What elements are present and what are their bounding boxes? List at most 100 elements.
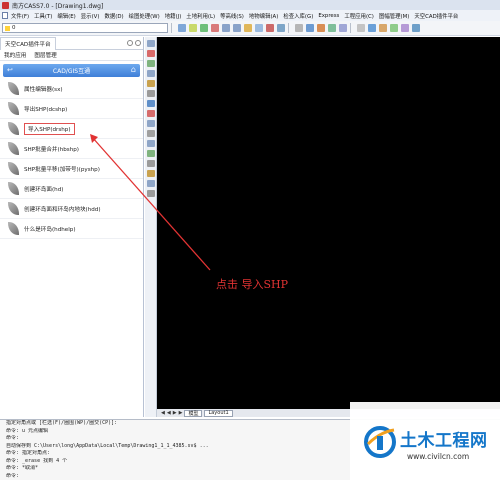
- rotate-icon[interactable]: [390, 24, 398, 32]
- watermark-url: www.civilcn.com: [407, 452, 470, 461]
- panel-window-controls: [127, 40, 141, 46]
- help-icon[interactable]: [412, 24, 420, 32]
- tool-dim-icon[interactable]: [146, 160, 155, 167]
- menu-item-feature-edit[interactable]: 地物编辑(A): [249, 12, 278, 20]
- menu-item-export-shp[interactable]: 导出SHP(dcshp): [0, 99, 143, 119]
- menu-item-contour[interactable]: 等高线(S): [220, 12, 244, 20]
- menu-item-create-island-parcels[interactable]: 创建环岛面和环岛内地块(hdd): [0, 199, 143, 219]
- menu-item-edit[interactable]: 编辑(E): [57, 12, 75, 20]
- nav-prev-icon[interactable]: ◀: [167, 410, 171, 416]
- query-icon[interactable]: [339, 24, 347, 32]
- pan-icon[interactable]: [211, 24, 219, 32]
- tool-measure-icon[interactable]: [146, 140, 155, 147]
- properties-icon[interactable]: [255, 24, 263, 32]
- panel-pin-icon[interactable]: [135, 40, 141, 46]
- tool-more-icon[interactable]: [146, 190, 155, 197]
- leaf-icon: [8, 142, 19, 155]
- tool-arc-icon[interactable]: [146, 70, 155, 77]
- watermark-logo-icon: [364, 426, 396, 458]
- menu-item-merge-shp[interactable]: SHP批量合并(hbshp): [0, 139, 143, 159]
- drawing-canvas[interactable]: [157, 37, 500, 409]
- menu-item-island-help[interactable]: 什么是环岛(hdhelp): [0, 219, 143, 239]
- zoom-out-icon[interactable]: [233, 24, 241, 32]
- nav-first-icon[interactable]: ◀: [161, 410, 165, 416]
- home-icon: ⌂: [130, 65, 136, 74]
- menu-item-label: 导入SHP(drshp): [24, 122, 75, 135]
- section-header-cad-gis[interactable]: ↩ CAD/GIS互通 ⌂: [3, 64, 140, 77]
- layer-color-swatch: [5, 25, 10, 31]
- menu-item-label: 属性编辑器(sx): [24, 86, 63, 93]
- menu-bar: 文件(F) 工具(T) 编辑(E) 显示(V) 数据(D) 绘图处理(W) 地籍…: [0, 10, 500, 21]
- menu-item-tools[interactable]: 工具(T): [34, 12, 52, 20]
- tool-hatch-icon[interactable]: [146, 90, 155, 97]
- move-icon[interactable]: [368, 24, 376, 32]
- toolbar-separator: [350, 23, 351, 33]
- section-title: CAD/GIS互通: [52, 68, 91, 75]
- layer-icon[interactable]: [178, 24, 186, 32]
- draw-icon[interactable]: [317, 24, 325, 32]
- menu-item-cadastre[interactable]: 地籍(J): [165, 12, 182, 20]
- menu-item-drawing[interactable]: 绘图处理(W): [129, 12, 160, 20]
- watermark-title: 土木工程网: [400, 431, 488, 451]
- nav-last-icon[interactable]: ▶: [179, 410, 183, 416]
- menu-item-land-use[interactable]: 土地利用(L): [186, 12, 215, 20]
- tool-block-icon[interactable]: [146, 100, 155, 107]
- menu-item-express[interactable]: Express: [318, 13, 339, 19]
- tool-text-icon[interactable]: [146, 80, 155, 87]
- leaf-icon: [8, 162, 19, 175]
- tool-rect-icon[interactable]: [146, 120, 155, 127]
- menu-item-shift-shp[interactable]: SHP批量平移(加带号)(pyshp): [0, 159, 143, 179]
- tool-circle-icon[interactable]: [146, 130, 155, 137]
- menu-item-engineering[interactable]: 工程应用(C): [344, 12, 374, 20]
- menu-item-check[interactable]: 检查入库(G): [283, 12, 313, 20]
- menu-item-attribute-editor[interactable]: 属性编辑器(sx): [0, 79, 143, 99]
- menu-item-data[interactable]: 数据(D): [104, 12, 123, 20]
- menu-item-import-shp[interactable]: 导入SHP(drshp): [0, 119, 143, 139]
- snap-icon[interactable]: [306, 24, 314, 32]
- zoom-window-icon[interactable]: [189, 24, 197, 32]
- window-title: 南方CASS7.0 - [Drawing1.dwg]: [12, 2, 104, 10]
- menu-item-label: SHP批量合并(hbshp): [24, 146, 79, 153]
- redraw-icon[interactable]: [244, 24, 252, 32]
- copy-icon[interactable]: [379, 24, 387, 32]
- redo-icon[interactable]: [277, 24, 285, 32]
- edit-icon[interactable]: [328, 24, 336, 32]
- tab-model[interactable]: 模型: [184, 409, 203, 417]
- tab-plugin-platform[interactable]: 天空CAD插件平台: [0, 36, 56, 50]
- zoom-in-icon[interactable]: [222, 24, 230, 32]
- vertical-toolbar: [145, 37, 157, 417]
- menu-item-file[interactable]: 文件(F): [11, 12, 29, 20]
- nav-next-icon[interactable]: ▶: [173, 410, 177, 416]
- zoom-all-icon[interactable]: [200, 24, 208, 32]
- panel-tab-bar: 天空CAD插件平台: [0, 36, 143, 50]
- panel-close-icon[interactable]: [127, 40, 133, 46]
- menu-item-label: SHP批量平移(加带号)(pyshp): [24, 166, 100, 173]
- tool-snap-icon[interactable]: [146, 150, 155, 157]
- leaf-icon: [8, 182, 19, 195]
- subtab-my-apps[interactable]: 我的应用: [4, 51, 26, 59]
- menu-item-label: 导出SHP(dcshp): [24, 106, 68, 113]
- menu-item-create-island[interactable]: 创建环岛面(hd): [0, 179, 143, 199]
- title-bar: 南方CASS7.0 - [Drawing1.dwg]: [0, 0, 500, 10]
- tab-layout1[interactable]: Layout1: [204, 409, 233, 417]
- tool-erase-icon[interactable]: [146, 180, 155, 187]
- tool-line-icon[interactable]: [146, 40, 155, 47]
- tool-poly-icon[interactable]: [146, 60, 155, 67]
- layer-select[interactable]: 0: [2, 23, 168, 33]
- tool-point-icon[interactable]: [146, 50, 155, 57]
- tool-layer-icon[interactable]: [146, 170, 155, 177]
- menu-item-plugin-platform[interactable]: 天空CAD插件平台: [414, 12, 458, 20]
- menu-item-view[interactable]: 显示(V): [81, 12, 100, 20]
- menu-item-sheet[interactable]: 图幅管理(M): [379, 12, 409, 20]
- subtab-layer-management[interactable]: 图层管理: [34, 51, 56, 59]
- undo-icon[interactable]: [266, 24, 274, 32]
- brush-icon[interactable]: [357, 24, 365, 32]
- collapse-icon: ↩: [7, 66, 13, 74]
- toolbar-separator: [171, 23, 172, 33]
- measure-icon[interactable]: [295, 24, 303, 32]
- leaf-icon: [8, 222, 19, 235]
- menu-item-label: 什么是环岛(hdhelp): [24, 226, 76, 233]
- tool-mark-icon[interactable]: [146, 110, 155, 117]
- annotation-text: 点击 导入SHP: [216, 278, 289, 291]
- scale-icon[interactable]: [401, 24, 409, 32]
